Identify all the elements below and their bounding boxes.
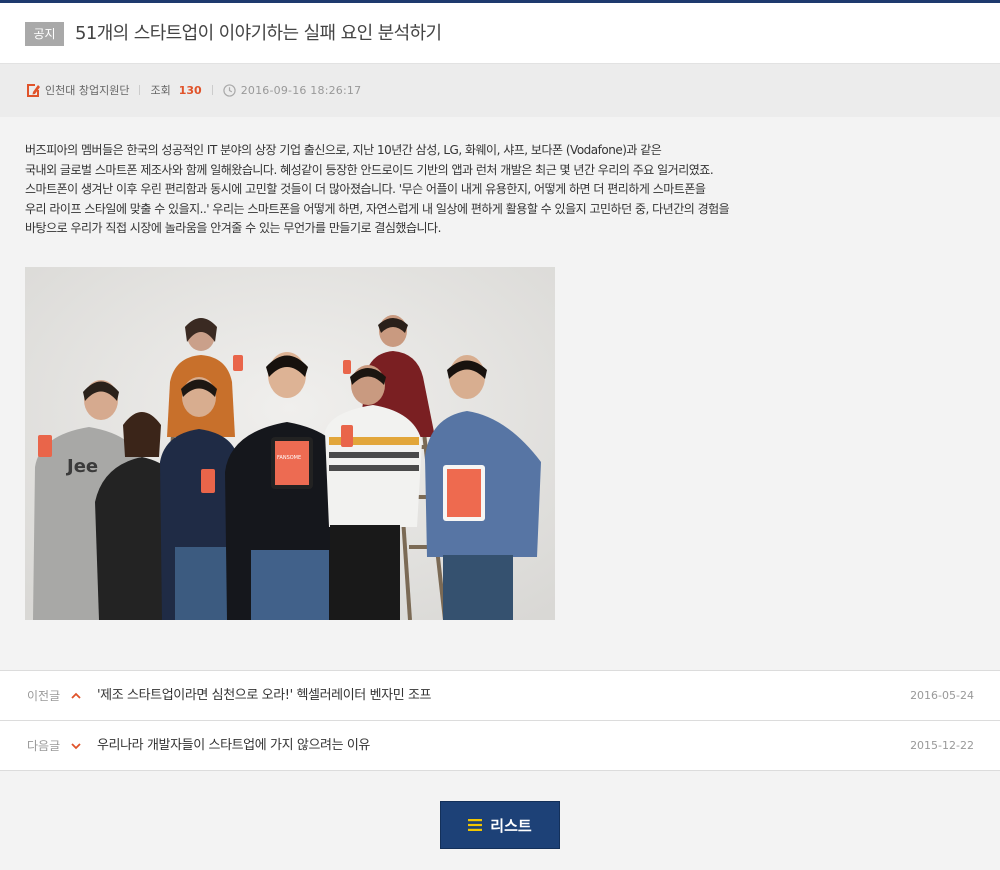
clock-icon [223, 83, 236, 97]
body-paragraph-line: 바탕으로 우리가 직접 시장에 놀라움을 안겨줄 수 있는 무언가를 만들기로 … [25, 221, 441, 235]
meta-row: 인천대 창업지원단 조회 130 2016-09-16 18:26:17 [25, 81, 361, 99]
views-count: 130 [178, 83, 202, 97]
post-content: 버즈피아의 멤버들은 한국의 성공적인 IT 분야의 상장 기업 출신으로, 지… [0, 117, 1000, 669]
chevron-down-icon [71, 743, 81, 750]
footer: 리스트 [0, 771, 1000, 870]
post-body: 버즈피아의 멤버들은 한국의 성공적인 IT 분야의 상장 기업 출신으로, 지… [25, 141, 845, 239]
team-photo: Jee FANSOME [25, 267, 555, 620]
prev-post-date: 2016-05-24 [910, 689, 974, 702]
prev-post-link[interactable]: '제조 스타트업이라면 심천으로 오라!' 헥셀러레이터 벤자민 조프 [97, 671, 432, 721]
chevron-up-icon [71, 692, 81, 699]
post-datetime: 2016-09-16 18:26:17 [240, 83, 362, 97]
list-icon [468, 819, 483, 831]
meta-divider [139, 85, 141, 95]
next-post-label: 다음글 [27, 739, 61, 753]
next-post-link[interactable]: 우리나라 개발자들이 스타트업에 가지 않으려는 이유 [97, 721, 370, 771]
svg-text:Jee: Jee [65, 456, 98, 477]
list-button-label: 리스트 [490, 816, 532, 835]
photo-tablet-label: FANSOME [277, 455, 301, 461]
post-header: 공지 51개의 스타트업이 이야기하는 실패 요인 분석하기 [0, 3, 1000, 64]
body-paragraph-line: 스마트폰이 생겨난 이후 우린 편리함과 동시에 고민할 것들이 더 많아졌습니… [25, 182, 706, 196]
post-meta: 인천대 창업지원단 조회 130 2016-09-16 18:26:17 [0, 64, 1000, 117]
prev-post-row[interactable]: 이전글 '제조 스타트업이라면 심천으로 오라!' 헥셀러레이터 벤자민 조프 … [0, 670, 1000, 720]
body-paragraph-line: 버즈피아의 멤버들은 한국의 성공적인 IT 분야의 상장 기업 출신으로, 지… [25, 143, 662, 157]
post-title: 51개의 스타트업이 이야기하는 실패 요인 분석하기 [75, 23, 442, 44]
next-post-row[interactable]: 다음글 우리나라 개발자들이 스타트업에 가지 않으려는 이유 2015-12-… [0, 720, 1000, 771]
author-name: 인천대 창업지원단 [45, 84, 130, 97]
prev-post-label: 이전글 [27, 689, 61, 703]
next-post-date: 2015-12-22 [910, 739, 974, 752]
notice-badge: 공지 [25, 22, 64, 46]
edit-icon [27, 84, 40, 97]
views-label: 조회 [150, 84, 171, 97]
body-paragraph-line: 국내외 글로벌 스마트폰 제조사와 함께 일해왔습니다. 혜성같이 등장한 안드… [25, 162, 714, 177]
list-button[interactable]: 리스트 [440, 801, 560, 849]
team-photo-illustration: Jee FANSOME [25, 267, 555, 620]
body-paragraph-line: 우리 라이프 스타일에 맞출 수 있을지..' 우리는 스마트폰을 어떻게 하면… [25, 201, 730, 216]
meta-divider [211, 85, 213, 95]
